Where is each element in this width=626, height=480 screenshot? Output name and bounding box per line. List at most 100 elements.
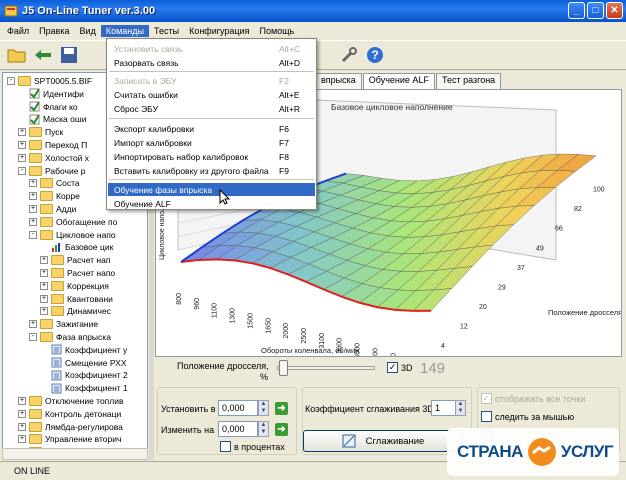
throttle-slider-thumb[interactable] [279,360,288,376]
show-3d-checkbox[interactable]: ✓ [387,362,398,373]
tree-item[interactable]: - SPT0005.5.BIF [7,75,92,87]
smoothing-coef-input[interactable]: 1 [431,400,456,416]
maximize-button[interactable]: □ [587,2,604,19]
tab-alf-learning[interactable]: Обучение ALF [362,73,435,89]
tree-item[interactable]: + Контроль детонаци [18,408,121,420]
menu-item-shortcut: Alt+C [279,43,301,54]
throttle-slider-track[interactable] [277,366,375,370]
tree-item[interactable]: + Обогащение по [29,216,117,228]
menu-config[interactable]: Конфигурация [184,25,254,37]
expand-icon[interactable]: + [40,269,48,277]
menu-edit[interactable]: Правка [34,25,74,37]
expand-icon[interactable]: + [18,153,26,162]
collapse-icon[interactable]: - [18,166,26,175]
open-folder-button[interactable] [6,44,28,66]
tree-item[interactable]: Коэффициент 2 [40,369,128,381]
save-button[interactable] [58,44,80,66]
tree-horizontal-scrollbar[interactable] [2,448,148,460]
tree-item[interactable]: + Лямбда-регулирова [18,421,123,433]
collapse-icon[interactable]: - [29,333,37,341]
minimize-button[interactable]: _ [568,2,585,19]
menu-item[interactable]: Импорт калибровки F7 [108,136,315,149]
smoothing-coef-spinner[interactable]: ▲ ▼ [455,400,466,416]
tree-item[interactable]: + Коррекция [40,280,109,292]
change-value-spinner[interactable]: ▲ ▼ [258,421,269,437]
tree-item[interactable]: - Фаза впрыска [29,331,111,343]
change-value-input[interactable]: 0,000 [218,421,258,437]
tree-item[interactable]: + Холостой х [18,152,89,164]
tree-item[interactable]: Идентифи [18,88,84,100]
collapse-icon[interactable]: - [29,230,37,239]
follow-mouse-checkbox[interactable] [481,411,492,422]
rpm-tick-label: 960 [194,298,201,310]
apply-change-button[interactable]: ➜ [275,423,288,436]
show-all-points-checkbox[interactable]: ✓ [481,393,492,404]
set-value-spinner[interactable]: ▲ ▼ [258,400,269,416]
tree-item[interactable]: Флаги ко [18,101,78,113]
menu-file[interactable]: Файл [2,25,34,37]
tree-item[interactable]: + Квантовани [40,293,113,305]
tree-item[interactable]: Коэффициент у [40,344,127,356]
menu-item-shortcut: F8 [279,151,289,162]
tree-item[interactable]: + Корре [29,190,80,202]
close-button[interactable]: ✕ [606,2,623,19]
tab-acceleration-test[interactable]: Тест разгона [435,73,502,89]
expand-icon[interactable]: + [29,179,37,188]
expand-icon[interactable]: + [40,256,48,265]
tree-item[interactable]: + Соста [29,177,80,189]
expand-icon[interactable]: + [29,320,37,329]
expand-icon[interactable]: + [18,141,26,149]
menu-commands[interactable]: Команды [100,24,149,37]
tab-injection-phase[interactable]: впрыска [315,73,362,89]
help-button[interactable]: ? [364,44,386,66]
menu-help[interactable]: Помощь [254,25,299,37]
tree-item[interactable]: + Отключение топлив [18,395,124,407]
apply-set-button[interactable]: ➜ [275,402,288,415]
menu-item[interactable]: Разорвать связь Alt+D [108,56,315,69]
expand-icon[interactable]: + [18,422,26,431]
tree-item[interactable]: Маска оши [18,113,86,125]
expand-icon[interactable]: + [40,307,48,316]
expand-icon[interactable]: + [40,281,48,290]
set-value-input[interactable]: 0,000 [218,400,258,416]
smooth-button[interactable]: Сглаживание [303,430,463,452]
folder-icon [40,191,53,202]
connect-button[interactable] [32,44,54,66]
expand-icon[interactable]: + [29,205,37,213]
menu-tests[interactable]: Тесты [149,25,184,37]
tree-item[interactable]: + Переход П [18,139,87,151]
tree-item[interactable]: - Цикловое напо [29,229,116,241]
collapse-icon[interactable]: - [7,77,15,85]
tree-item[interactable]: Базовое цик [40,241,113,253]
expand-icon[interactable]: + [29,217,37,226]
tree-item[interactable]: + Пуск [18,126,63,138]
menu-item[interactable]: Считать ошибки Alt+E [108,88,315,101]
folder-icon [29,140,42,150]
tree-item[interactable]: + Расчет напо [40,267,115,279]
tree-item[interactable]: + Динамичес [40,305,111,317]
tool-button[interactable] [338,44,360,66]
tree-item[interactable]: + Расчет нап [40,254,110,266]
expand-icon[interactable]: + [29,192,37,201]
menu-item[interactable]: Вставить калибровку из другого файла F9 [108,164,315,177]
expand-icon[interactable]: + [18,397,26,405]
menu-item[interactable]: Инпортировать набор калибровок F8 [108,150,315,163]
tree-item[interactable]: Коэффициент 1 [40,382,128,394]
tree-item[interactable]: Смещение РХХ [40,357,127,369]
expand-icon[interactable]: + [40,294,48,303]
menu-item[interactable]: Обучение фазы впрыска [108,183,315,196]
expand-icon[interactable]: + [18,435,26,444]
menu-item[interactable]: Обучение ALF [108,197,315,210]
throttle-tick-label: 4 [441,343,445,350]
throttle-tick-label: 37 [517,265,525,272]
menu-item[interactable]: Сброс ЭБУ Alt+R [108,102,315,115]
tree-item[interactable]: + Адди [29,203,76,215]
menu-view[interactable]: Вид [75,25,101,37]
expand-icon[interactable]: + [18,128,26,137]
percent-checkbox[interactable] [220,441,231,452]
tree-item[interactable]: + Управление вторич [18,433,121,445]
expand-icon[interactable]: + [18,409,26,418]
tree-item[interactable]: + Зажигание [29,318,98,330]
menu-item[interactable]: Экспорт калибровки F6 [108,122,315,135]
tree-item[interactable]: - Рабочие р [18,165,86,177]
